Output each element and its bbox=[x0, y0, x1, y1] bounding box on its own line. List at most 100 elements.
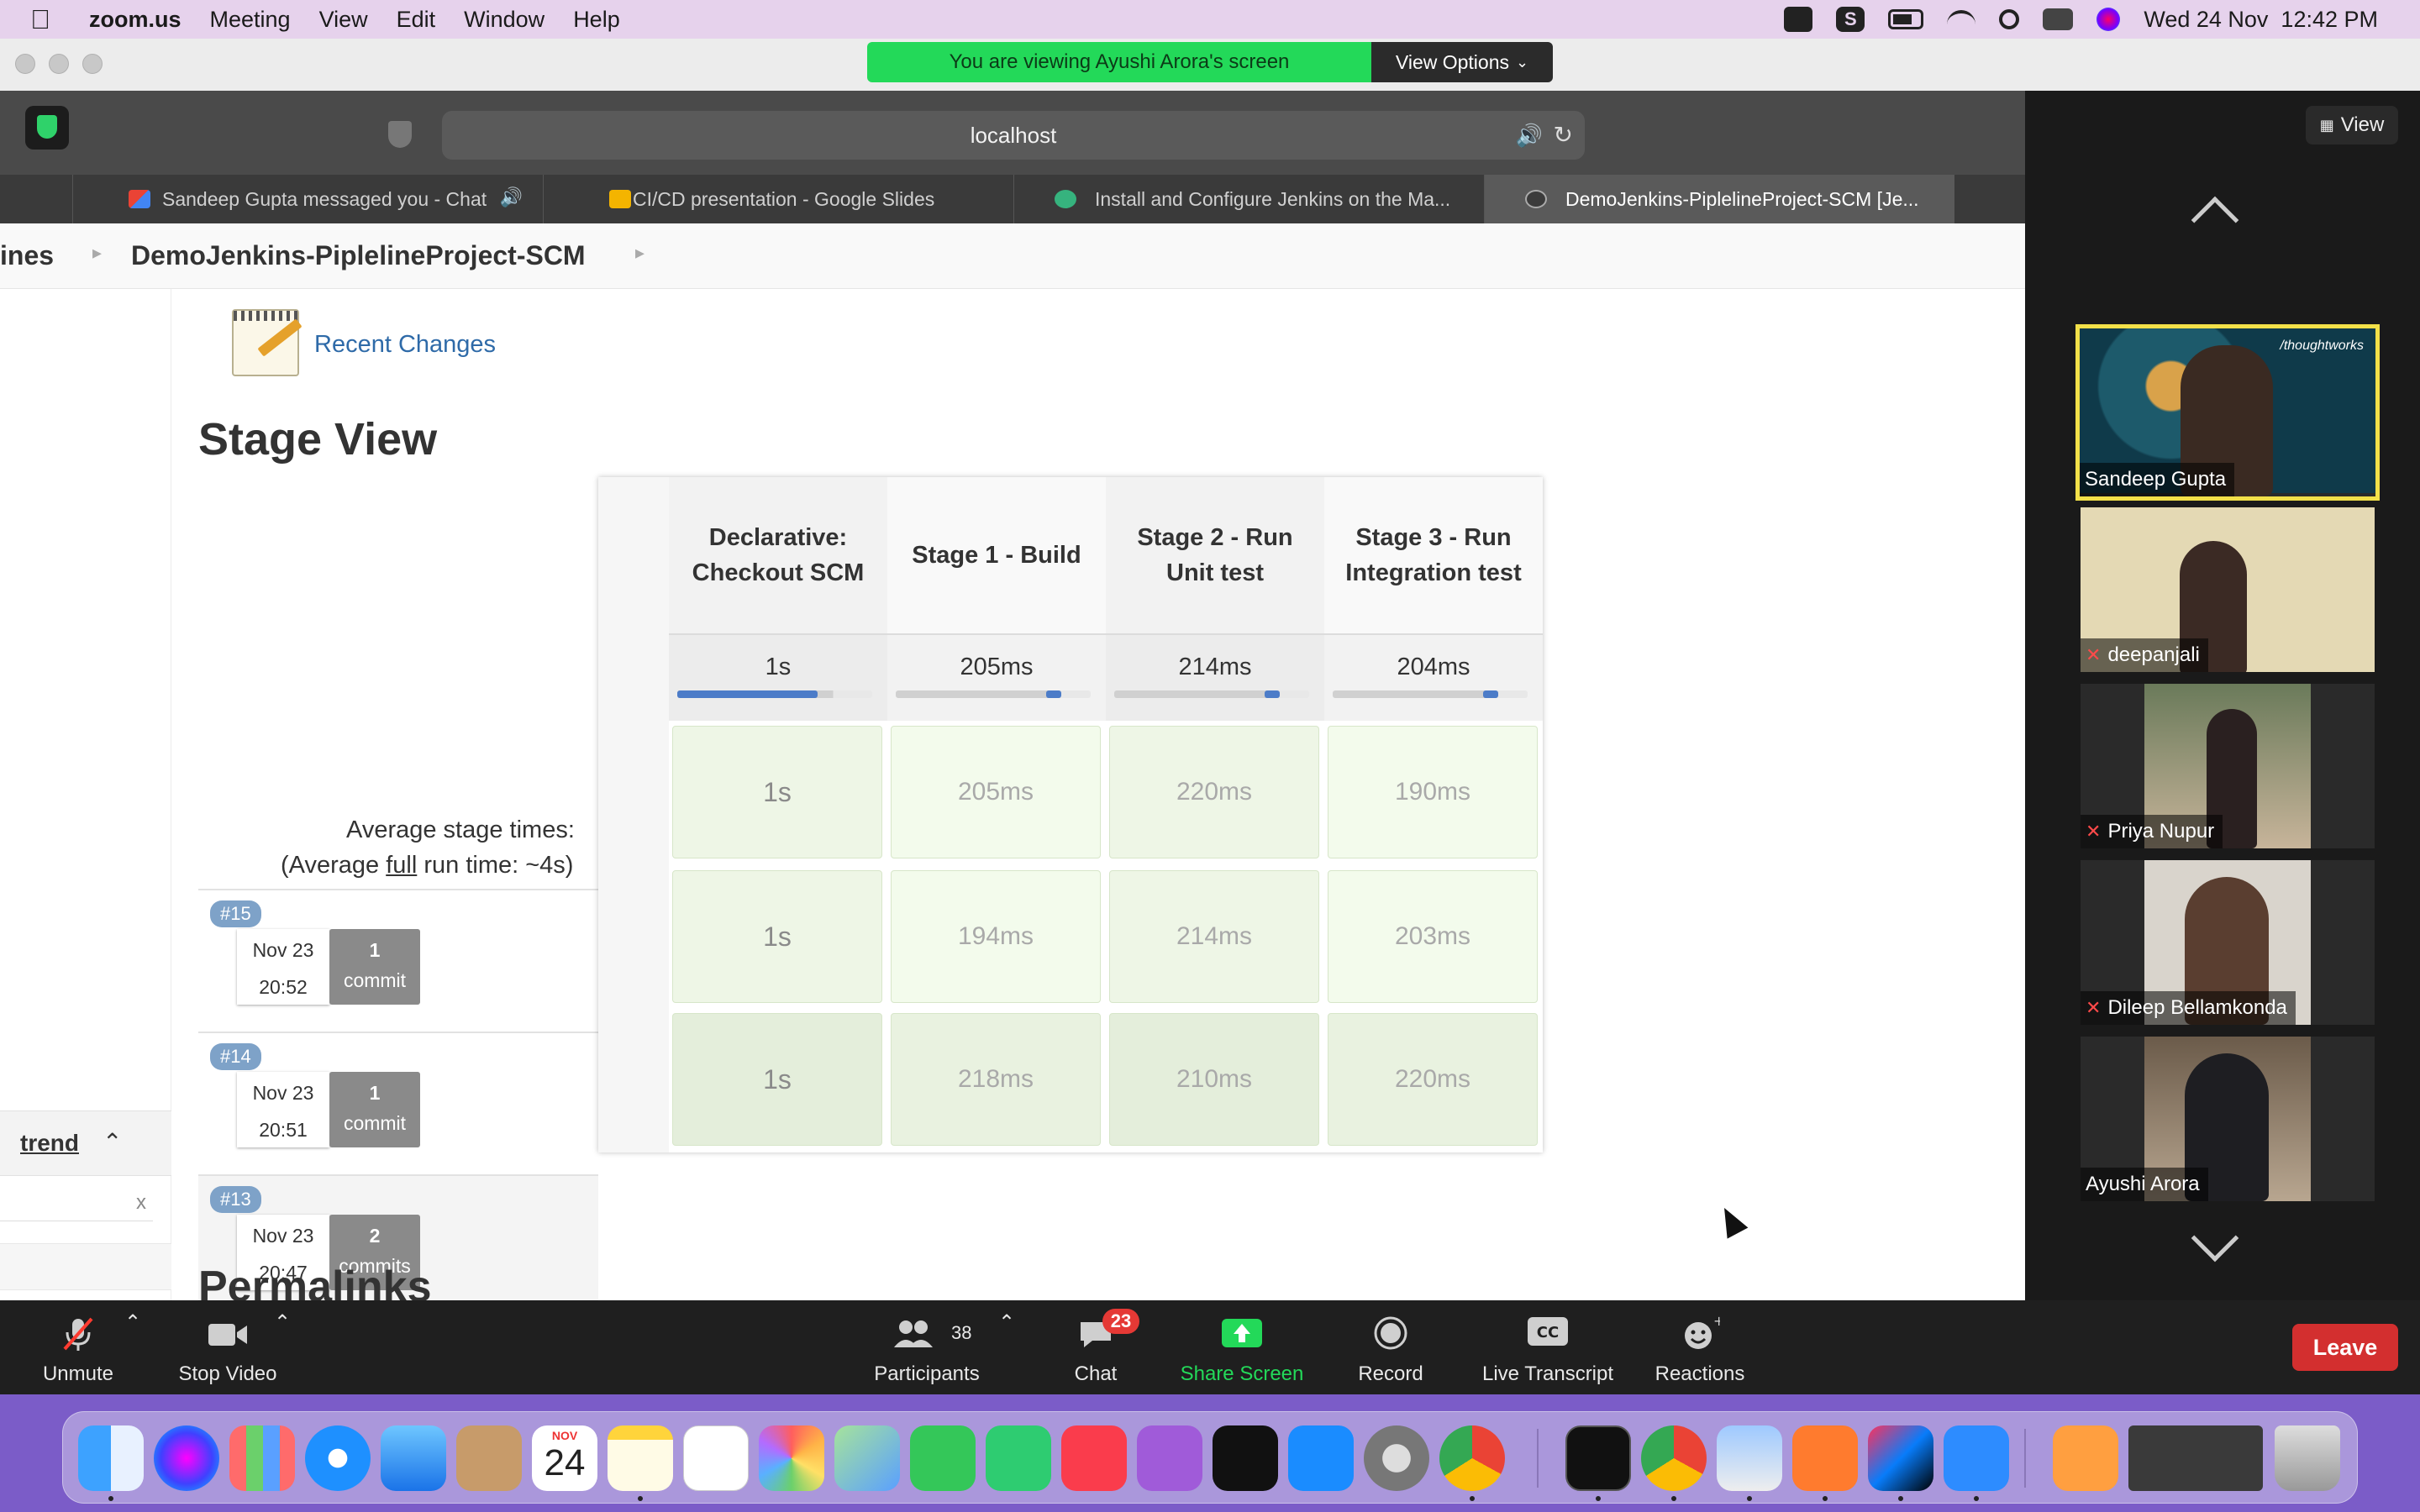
breadcrumb-separator-icon[interactable]: ▸ bbox=[635, 242, 644, 264]
stage-cell[interactable]: 210ms bbox=[1109, 1013, 1319, 1146]
reactions-button[interactable]: + Reactions bbox=[1649, 1310, 1751, 1391]
adblock-shield-icon[interactable] bbox=[25, 106, 69, 150]
privacy-report-icon[interactable] bbox=[388, 121, 412, 148]
stage-cell[interactable]: 203ms bbox=[1328, 870, 1538, 1003]
zoom-camera-icon[interactable] bbox=[1784, 7, 1813, 32]
chat-button[interactable]: 23 Chat bbox=[1057, 1309, 1139, 1391]
video-options-caret-icon[interactable]: ⌃ bbox=[274, 1310, 291, 1391]
speaker-icon[interactable]: 🔊 bbox=[1516, 123, 1543, 149]
menu-window[interactable]: Window bbox=[464, 7, 544, 33]
video-tile-priya-nupur[interactable]: ✕ Priya Nupur bbox=[2081, 684, 2375, 848]
mail-icon[interactable] bbox=[381, 1425, 446, 1491]
intellij-icon[interactable] bbox=[1868, 1425, 1933, 1491]
stage-cell[interactable]: 205ms bbox=[891, 726, 1101, 858]
leave-meeting-button[interactable]: Leave bbox=[2292, 1324, 2398, 1371]
panel-view-button[interactable]: ▦ View bbox=[2306, 106, 2398, 144]
recent-changes-link[interactable]: Recent Changes bbox=[314, 331, 496, 359]
build-filter-input[interactable]: x bbox=[0, 1188, 153, 1221]
stage-cell[interactable]: 1s bbox=[672, 1013, 882, 1146]
messages-icon[interactable] bbox=[910, 1425, 976, 1491]
address-bar[interactable]: localhost 🔊 ↻ bbox=[442, 111, 1585, 160]
stage-cell[interactable]: 190ms bbox=[1328, 726, 1538, 858]
contacts-icon[interactable] bbox=[456, 1425, 522, 1491]
skype-icon[interactable]: S bbox=[1836, 7, 1865, 32]
stage-cell[interactable]: 1s bbox=[672, 870, 882, 1003]
browser-tab-jenkins[interactable]: DemoJenkins-PiplelineProject-SCM [Je... bbox=[1484, 175, 1954, 223]
record-button[interactable]: Record bbox=[1349, 1310, 1432, 1391]
app-store-icon[interactable] bbox=[1288, 1425, 1354, 1491]
sketch-icon[interactable] bbox=[1792, 1425, 1858, 1491]
share-screen-button[interactable]: Share Screen bbox=[1173, 1310, 1311, 1391]
chrome-icon[interactable] bbox=[1641, 1425, 1707, 1491]
tab-audio-icon[interactable]: 🔊 bbox=[500, 186, 523, 208]
siri-icon[interactable] bbox=[2096, 8, 2121, 31]
video-tile-ayushi-arora[interactable]: Ayushi Arora bbox=[2081, 1037, 2375, 1201]
facetime-icon[interactable] bbox=[986, 1425, 1051, 1491]
scroll-up-chevron-icon[interactable] bbox=[2191, 196, 2239, 244]
video-tile-deepanjali[interactable]: ✕ deepanjali bbox=[2081, 507, 2375, 672]
scroll-down-chevron-icon[interactable] bbox=[2191, 1214, 2239, 1263]
zoom-icon[interactable] bbox=[1944, 1425, 2009, 1491]
minimize-window-button[interactable] bbox=[49, 54, 69, 74]
clear-filter-icon[interactable]: x bbox=[136, 1191, 146, 1215]
podcasts-icon[interactable] bbox=[1137, 1425, 1202, 1491]
terminal-icon[interactable] bbox=[1565, 1425, 1631, 1491]
participants-button[interactable]: 38 Participants bbox=[865, 1310, 988, 1391]
browser-tab-chat[interactable]: Sandeep Gupta messaged you - Chat 🔊 bbox=[72, 175, 543, 223]
browser-tab-slides[interactable]: CI/CD presentation - Google Slides bbox=[543, 175, 1013, 223]
apple-tv-icon[interactable] bbox=[1213, 1425, 1278, 1491]
siri-icon[interactable] bbox=[154, 1425, 219, 1491]
stage-cell[interactable]: 194ms bbox=[891, 870, 1101, 1003]
audio-options-caret-icon[interactable]: ⌃ bbox=[124, 1310, 141, 1391]
safari-icon[interactable] bbox=[305, 1425, 371, 1491]
maps-icon[interactable] bbox=[834, 1425, 900, 1491]
unmute-button[interactable]: Unmute bbox=[34, 1310, 123, 1391]
reminders-icon[interactable] bbox=[683, 1425, 749, 1491]
menu-help[interactable]: Help bbox=[573, 7, 620, 33]
menu-bar-clock[interactable]: Wed 24 Nov 12:42 PM bbox=[2144, 7, 2378, 33]
preview-icon[interactable] bbox=[1717, 1425, 1782, 1491]
menu-view[interactable]: View bbox=[319, 7, 368, 33]
stage-cell[interactable]: 218ms bbox=[891, 1013, 1101, 1146]
stage-cell[interactable]: 214ms bbox=[1109, 870, 1319, 1003]
wifi-icon[interactable] bbox=[1947, 10, 1976, 29]
stop-video-button[interactable]: Stop Video bbox=[173, 1310, 282, 1391]
build-number-badge[interactable]: #14 bbox=[210, 1043, 261, 1070]
build-number-badge[interactable]: #15 bbox=[210, 900, 261, 927]
view-options-button[interactable]: View Options ⌄ bbox=[1371, 42, 1553, 82]
stage-cell[interactable]: 220ms bbox=[1328, 1013, 1538, 1146]
window-thumbnails-icon[interactable] bbox=[2128, 1425, 2263, 1491]
trash-icon[interactable] bbox=[2275, 1425, 2340, 1491]
battery-icon[interactable] bbox=[1888, 9, 1924, 29]
video-tile-dileep-bellamkonda[interactable]: ✕ Dileep Bellamkonda bbox=[2081, 860, 2375, 1025]
photos-icon[interactable] bbox=[759, 1425, 824, 1491]
breadcrumb-pipelines[interactable]: ines bbox=[0, 240, 54, 271]
chrome-icon[interactable] bbox=[1439, 1425, 1505, 1491]
spotlight-icon[interactable] bbox=[1999, 9, 2020, 29]
app-menu-zoom[interactable]: zoom.us bbox=[89, 7, 182, 33]
finder-icon[interactable] bbox=[78, 1425, 144, 1491]
video-tile-sandeep-gupta[interactable]: /thoughtworks Sandeep Gupta bbox=[2075, 324, 2380, 501]
notes-icon[interactable] bbox=[608, 1425, 673, 1491]
apple-menu-icon[interactable]:  bbox=[30, 4, 69, 35]
commit-count-button[interactable]: 1 commit bbox=[329, 1072, 420, 1147]
breadcrumb-project[interactable]: DemoJenkins-PiplelineProject-SCM bbox=[131, 240, 586, 271]
trend-link[interactable]: trend bbox=[20, 1130, 79, 1157]
menu-edit[interactable]: Edit bbox=[397, 7, 436, 33]
commit-count-button[interactable]: 1 commit bbox=[329, 929, 420, 1005]
pages-icon[interactable] bbox=[2053, 1425, 2118, 1491]
calendar-icon[interactable]: NOV 24 bbox=[532, 1425, 597, 1491]
close-window-button[interactable] bbox=[15, 54, 35, 74]
browser-tab-install-jenkins[interactable]: Install and Configure Jenkins on the Ma.… bbox=[1013, 175, 1484, 223]
live-transcript-button[interactable]: CC Live Transcript bbox=[1472, 1310, 1623, 1391]
build-number-badge[interactable]: #13 bbox=[210, 1186, 261, 1213]
stage-cell[interactable]: 1s bbox=[672, 726, 882, 858]
music-icon[interactable] bbox=[1061, 1425, 1127, 1491]
stage-cell[interactable]: 220ms bbox=[1109, 726, 1319, 858]
participants-options-caret-icon[interactable]: ⌃ bbox=[998, 1310, 1015, 1391]
zoom-window-button[interactable] bbox=[82, 54, 103, 74]
menu-meeting[interactable]: Meeting bbox=[210, 7, 291, 33]
control-center-icon[interactable] bbox=[2043, 8, 2074, 30]
system-preferences-icon[interactable] bbox=[1364, 1425, 1429, 1491]
breadcrumb-separator-icon[interactable]: ▸ bbox=[92, 242, 102, 264]
